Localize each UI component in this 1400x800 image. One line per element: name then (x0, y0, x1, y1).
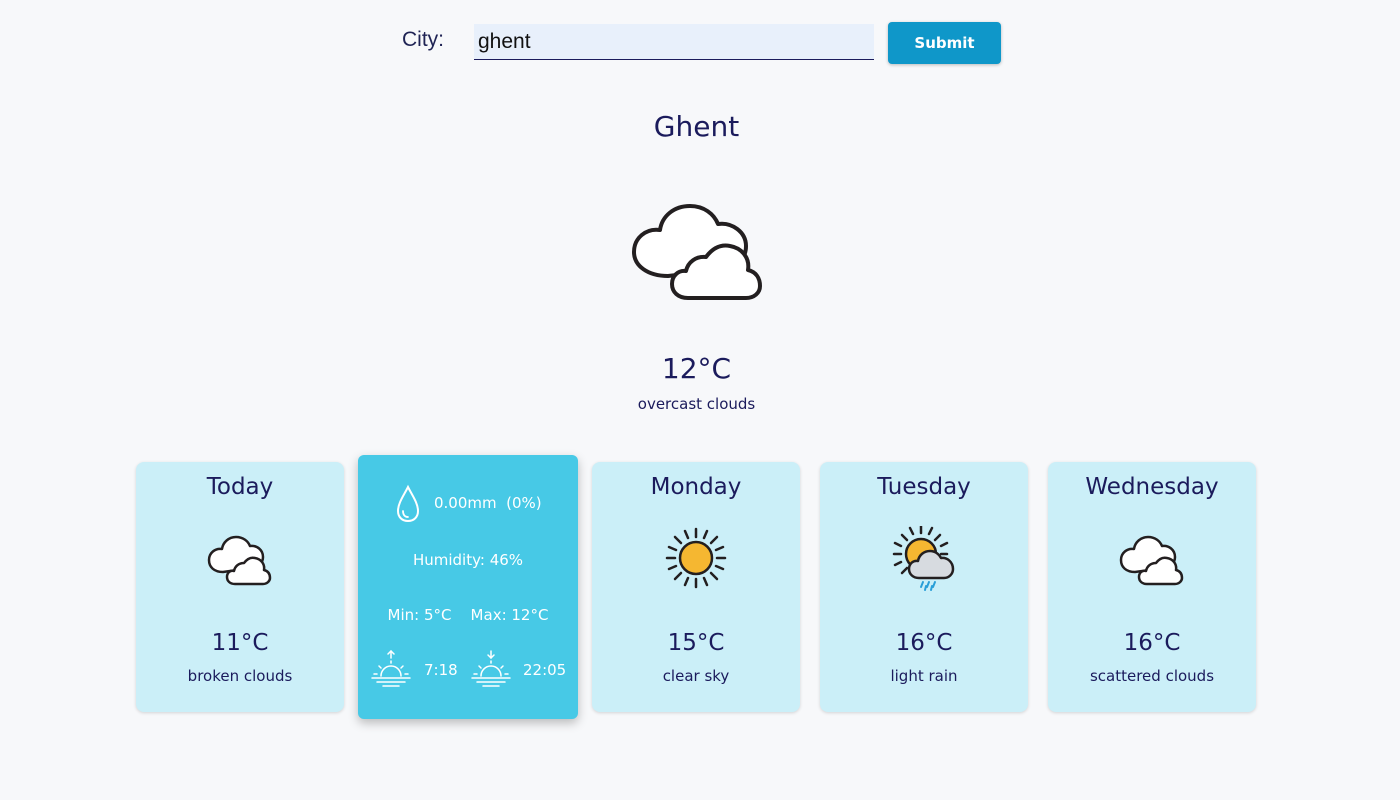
light-rain-icon (892, 526, 955, 591)
sunset-time: 22:05 (523, 661, 567, 679)
card-description: clear sky (662, 667, 730, 685)
clear-sky-icon (665, 527, 727, 589)
card-description: scattered clouds (1089, 667, 1215, 685)
forecast-card-wednesday[interactable]: Wednesday 16°C scattered clouds (1048, 462, 1256, 712)
scattered-clouds-icon (1119, 535, 1184, 586)
min-max-temperature: Min: 5°C Max: 12°C (387, 606, 549, 624)
precipitation-value: 0.00mm (0%) (434, 494, 542, 512)
card-day: Tuesday (877, 474, 971, 500)
current-temperature: 12°C (661, 352, 732, 385)
forecast-card-monday[interactable]: Monday 15°C clear sky (592, 462, 800, 712)
city-input[interactable] (474, 24, 874, 60)
card-day: Wednesday (1085, 474, 1219, 500)
sunrise-time: 7:18 (424, 661, 458, 679)
card-temperature: 15°C (667, 630, 725, 656)
broken-clouds-icon (207, 535, 272, 586)
forecast-card-tuesday[interactable]: Tuesday 16°C light rain (820, 462, 1028, 712)
sunset-icon (471, 650, 511, 687)
card-description: broken clouds (187, 667, 293, 685)
current-description: overcast clouds (637, 395, 756, 413)
overcast-clouds-icon (632, 204, 762, 300)
city-label: City: (402, 28, 444, 51)
search-bar: City: Submit (0, 22, 1400, 64)
detail-card[interactable]: 0.00mm (0%) Humidity: 46% Min: 5°C Max: … (358, 455, 578, 719)
city-name: Ghent (653, 110, 740, 143)
raindrop-icon (396, 484, 420, 523)
card-temperature: 11°C (211, 630, 269, 656)
card-temperature: 16°C (895, 630, 953, 656)
card-description: light rain (890, 667, 958, 685)
forecast-card-today[interactable]: Today 11°C broken clouds (136, 462, 344, 712)
sunrise-icon (371, 650, 411, 687)
card-day: Today (206, 474, 274, 500)
card-day: Monday (650, 474, 742, 500)
humidity-value: Humidity: 46% (412, 551, 524, 569)
submit-button[interactable]: Submit (888, 22, 1001, 64)
card-temperature: 16°C (1123, 630, 1181, 656)
